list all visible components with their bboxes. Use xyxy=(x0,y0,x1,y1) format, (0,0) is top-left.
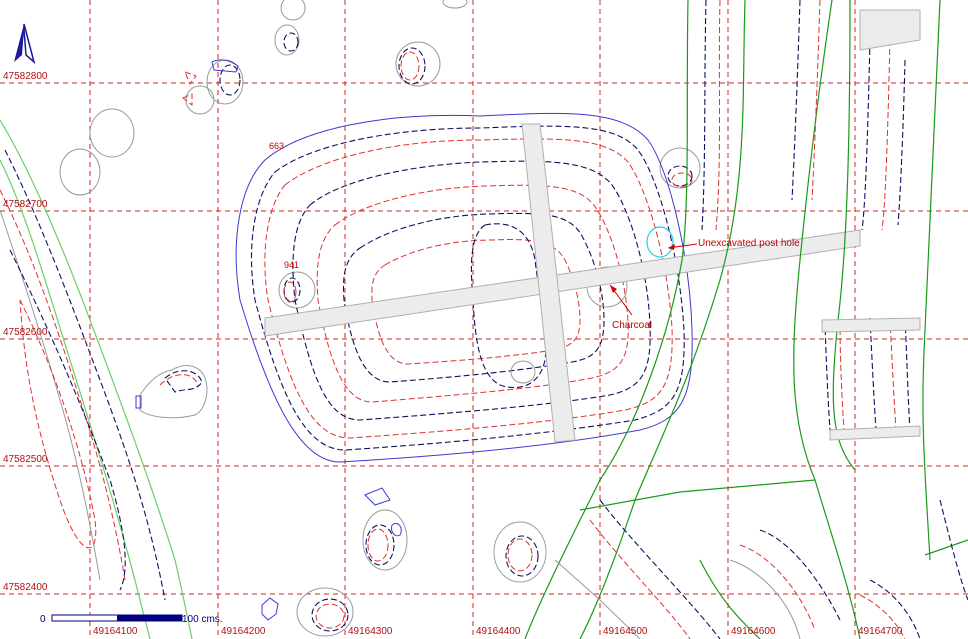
scale-bar: 0 100 cms. xyxy=(40,614,223,625)
x-coord-label: 49164600 xyxy=(731,626,776,637)
y-coord-label: 47582500 xyxy=(3,454,48,465)
x-coord-label: 49164200 xyxy=(221,626,266,637)
y-coord-label: 47582400 xyxy=(3,582,48,593)
grid-coordinate-labels: 47582800 47582700 47582600 47582500 4758… xyxy=(3,71,903,637)
scale-bar-start-label: 0 xyxy=(40,614,46,625)
left-slope-contours xyxy=(0,119,193,639)
x-coord-label: 49164300 xyxy=(348,626,393,637)
y-coord-label: 47582700 xyxy=(3,199,48,210)
x-coord-label: 49164500 xyxy=(603,626,648,637)
x-coord-label: 49164700 xyxy=(858,626,903,637)
feature-663-label: 663 xyxy=(269,141,284,151)
y-coord-label: 47582600 xyxy=(3,327,48,338)
x-coord-label: 49164100 xyxy=(93,626,138,637)
right-slope-contours xyxy=(524,0,968,639)
y-coord-label: 47582800 xyxy=(3,71,48,82)
north-arrow xyxy=(14,23,36,65)
x-coord-label: 49164400 xyxy=(476,626,521,637)
excavation-plan-map: 0 100 cms. 47582800 47582700 47582600 47… xyxy=(0,0,968,639)
main-pit-feature xyxy=(235,112,693,463)
charcoal-label: Charcoal xyxy=(612,320,652,331)
post-hole-outline xyxy=(646,226,674,258)
trench-sections xyxy=(264,123,861,443)
feature-941-label: 941 xyxy=(284,260,299,270)
post-hole-label: Unexcavated post hole xyxy=(698,238,800,249)
scale-bar-end-label: 100 cms. xyxy=(182,614,223,625)
